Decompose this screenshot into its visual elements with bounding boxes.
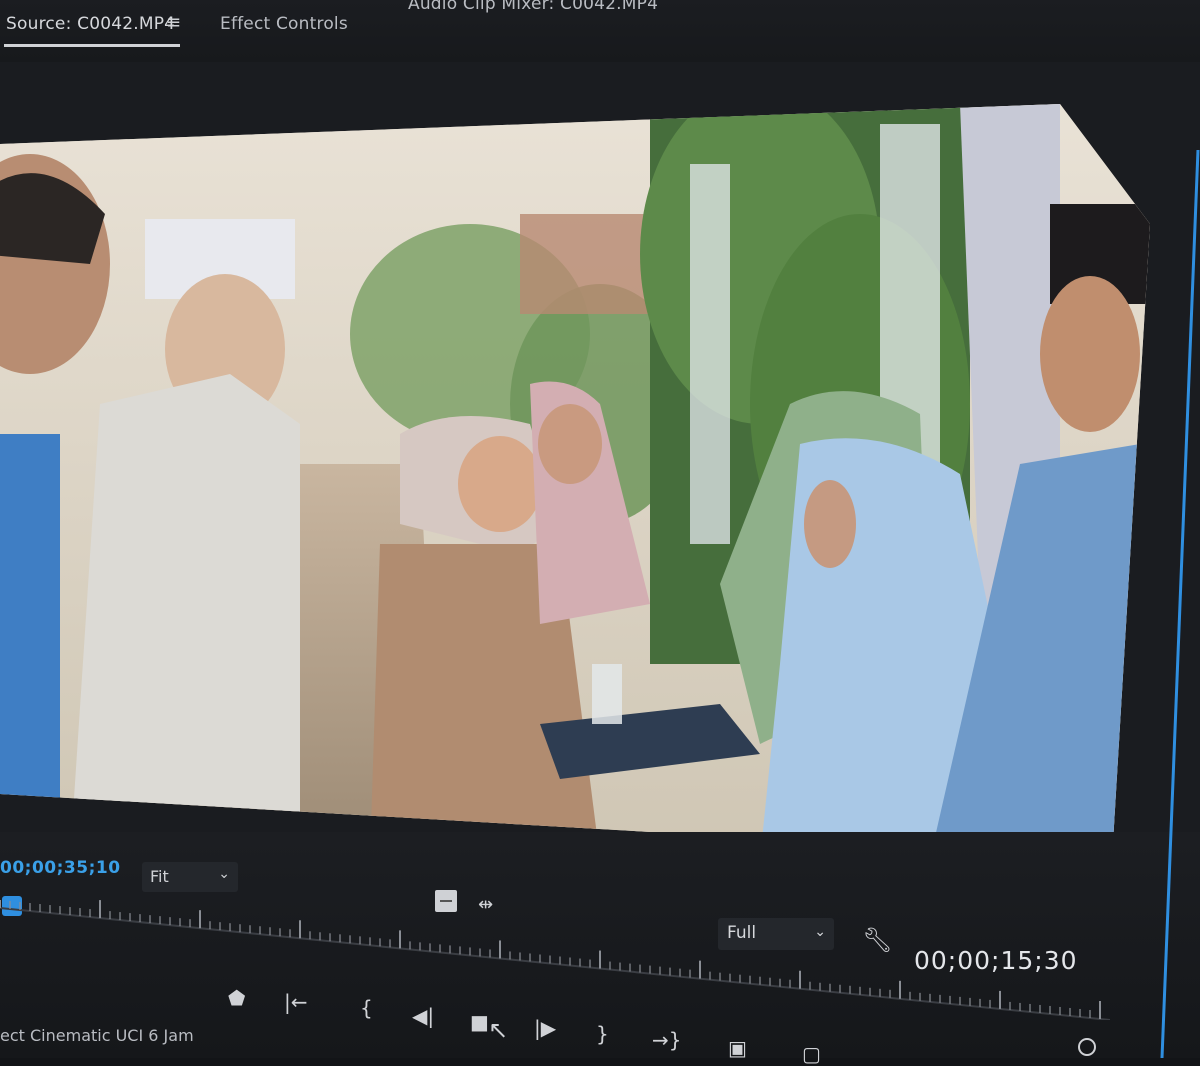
- tab-effect-controls[interactable]: Effect Controls: [220, 14, 348, 34]
- chevron-down-icon: ⌄: [814, 924, 826, 940]
- tab-source[interactable]: Source: C0042.MP4: [6, 14, 175, 34]
- mark-out-icon[interactable]: {: [360, 998, 373, 1018]
- playback-resolution-value: Full: [727, 923, 757, 943]
- panel-tab-bar: Source: C0042.MP4 ≡ Effect Controls Audi…: [0, 0, 1200, 62]
- active-tab-indicator: [4, 44, 180, 47]
- go-to-out-icon[interactable]: }: [596, 1024, 609, 1044]
- in-point-timecode[interactable]: 00;00;35;10: [0, 858, 121, 878]
- zoom-fit-value: Fit: [150, 867, 169, 886]
- bottom-panel-title: ect Cinematic UCI 6 Jam: [0, 1026, 194, 1045]
- zoom-scroll-handle[interactable]: [1078, 1038, 1096, 1056]
- playback-resolution-select[interactable]: Full ⌄: [718, 918, 834, 950]
- mark-in-icon[interactable]: |←: [284, 992, 308, 1012]
- current-timecode[interactable]: 00;00;15;30: [914, 946, 1078, 975]
- video-frame[interactable]: [0, 104, 1150, 859]
- insert-icon[interactable]: →}: [652, 1030, 681, 1050]
- monitor-border: [1160, 150, 1200, 1058]
- mouse-cursor-icon: ↖: [488, 1016, 509, 1044]
- video-image: [0, 104, 1150, 859]
- add-marker-icon[interactable]: ⬟: [228, 988, 245, 1008]
- stop-icon[interactable]: ■: [470, 1012, 489, 1032]
- export-frame-icon[interactable]: ▣: [728, 1038, 747, 1058]
- hamburger-icon[interactable]: ≡: [166, 12, 181, 33]
- tab-audio-clip-mixer[interactable]: Audio Clip Mixer: C0042.MP4: [408, 0, 658, 14]
- zoom-fit-select[interactable]: Fit ⌄: [142, 862, 238, 892]
- chevron-down-icon: ⌄: [218, 866, 230, 882]
- wrench-icon[interactable]: 🔧︎: [862, 926, 892, 954]
- step-back-icon[interactable]: ◀|: [412, 1006, 434, 1026]
- overwrite-icon[interactable]: ▢: [802, 1044, 821, 1064]
- step-forward-icon[interactable]: |▶: [534, 1018, 556, 1038]
